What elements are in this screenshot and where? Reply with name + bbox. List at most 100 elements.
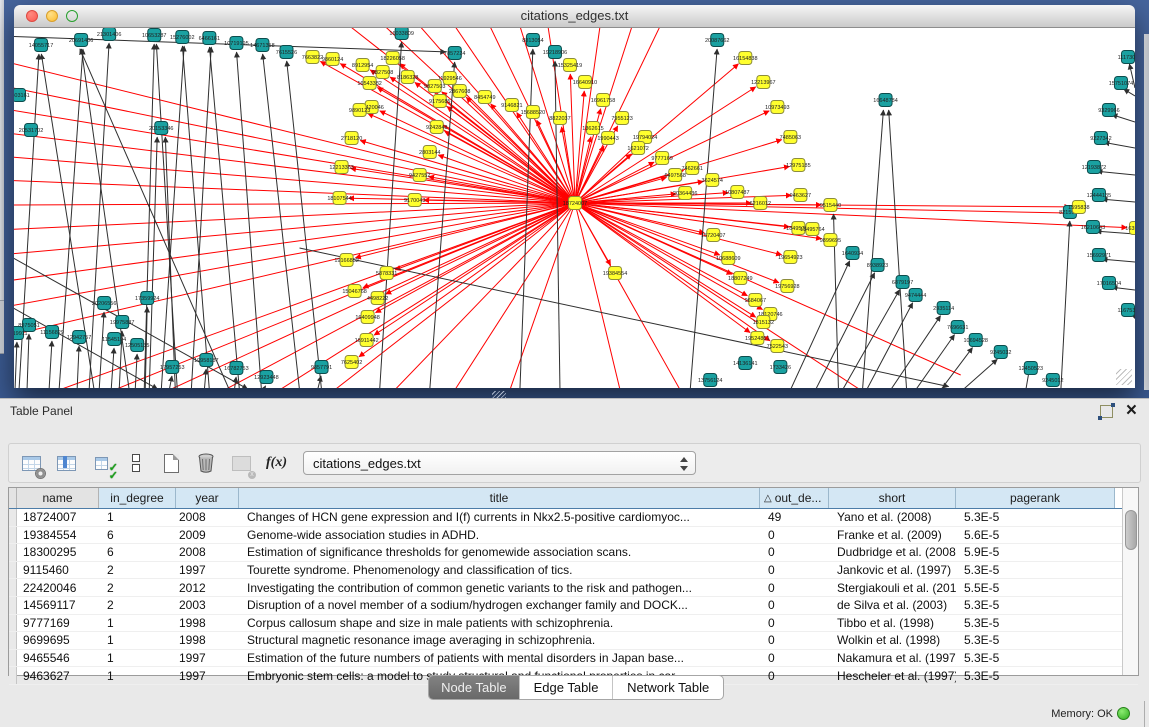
column-header-pagerank[interactable]: pagerank xyxy=(956,488,1115,508)
black-edge[interactable] xyxy=(14,250,248,388)
network-canvas[interactable]: 1405571720691406213014061065328715276002… xyxy=(14,28,1135,388)
table-cell[interactable]: 9463627 xyxy=(17,669,99,683)
table-cell[interactable]: Estimation of the future numbers of pati… xyxy=(239,651,760,665)
table-cell[interactable]: 1 xyxy=(99,633,176,647)
table-cell[interactable]: 2 xyxy=(99,581,176,595)
window-resize-grip[interactable] xyxy=(1116,369,1132,385)
table-cell[interactable]: Investigating the contribution of common… xyxy=(239,581,760,595)
red-edge[interactable] xyxy=(14,203,575,308)
black-edge[interactable] xyxy=(1061,221,1070,388)
black-edge[interactable] xyxy=(49,341,52,388)
row-height-icon[interactable] xyxy=(123,450,149,476)
black-edge[interactable] xyxy=(191,47,211,388)
network-graph[interactable]: 1405571720691406213014061065328715276002… xyxy=(14,28,1135,388)
black-edge[interactable] xyxy=(300,248,949,387)
table-cell[interactable]: 18300295 xyxy=(17,545,99,559)
table-cell[interactable]: 5.9E-5 xyxy=(956,545,1115,559)
table-cell[interactable]: 2009 xyxy=(176,528,239,542)
red-edge[interactable] xyxy=(14,203,575,338)
table-cell[interactable]: 9465546 xyxy=(17,651,99,665)
black-edge[interactable] xyxy=(169,376,172,388)
table-cell[interactable]: Dudbridge et al. (2008) xyxy=(829,545,956,559)
delete-icon[interactable] xyxy=(193,450,219,476)
table-cell[interactable]: 22420046 xyxy=(17,581,99,595)
table-cell[interactable]: Disruption of a novel member of a sodium… xyxy=(239,598,760,612)
red-edge[interactable] xyxy=(350,168,575,203)
black-edge[interactable] xyxy=(863,110,884,388)
table-cell[interactable]: 1 xyxy=(99,510,176,524)
table-row[interactable]: 946554611997Estimation of the future num… xyxy=(9,650,1138,668)
table-row[interactable]: 1830029562008Estimation of significance … xyxy=(9,544,1138,562)
table-cell[interactable]: 49 xyxy=(760,510,829,524)
black-edge[interactable] xyxy=(555,61,560,388)
table-cell[interactable]: Corpus callosum shape and size in male p… xyxy=(239,616,760,630)
table-cell[interactable]: 5.3E-5 xyxy=(956,669,1115,683)
table-cell[interactable]: Structural magnetic resonance image aver… xyxy=(239,633,760,647)
red-edge[interactable] xyxy=(368,114,575,203)
black-edge[interactable] xyxy=(263,54,300,388)
scrollbar-thumb[interactable] xyxy=(1125,510,1137,550)
table-cell[interactable]: 6 xyxy=(99,545,176,559)
black-edge[interactable] xyxy=(111,348,114,388)
table-row[interactable]: 1872400712008Changes of HCN gene express… xyxy=(9,509,1138,527)
table-row[interactable]: 2242004622012Investigating the contribut… xyxy=(9,579,1138,597)
table-cell[interactable]: Stergiakouli et al. (2012) xyxy=(829,581,956,595)
black-edge[interactable] xyxy=(1097,171,1135,175)
table-row[interactable]: 977716911998Corpus callosum shape and si… xyxy=(9,615,1138,633)
table-cell[interactable]: 5.5E-5 xyxy=(956,581,1115,595)
black-edge[interactable] xyxy=(287,61,322,388)
red-edge[interactable] xyxy=(359,203,575,357)
table-cell[interactable]: 1997 xyxy=(176,651,239,665)
black-edge[interactable] xyxy=(263,386,265,388)
table-cell[interactable]: 9115460 xyxy=(17,563,99,577)
table-cell[interactable]: 1997 xyxy=(176,669,239,683)
table-cell[interactable]: 2 xyxy=(99,563,176,577)
table-cell[interactable]: Jankovic et al. (1997) xyxy=(829,563,956,577)
black-edge[interactable] xyxy=(1104,142,1135,148)
table-cell[interactable]: 1 xyxy=(99,616,176,630)
table-cell[interactable]: 2003 xyxy=(176,598,239,612)
black-edge[interactable] xyxy=(15,342,17,388)
table-cell[interactable]: 2 xyxy=(99,598,176,612)
red-edge[interactable] xyxy=(14,203,575,282)
table-cell[interactable]: 5.3E-5 xyxy=(956,598,1115,612)
table-cell[interactable]: 1998 xyxy=(176,616,239,630)
table-cell[interactable]: Franke et al. (2009) xyxy=(829,528,956,542)
table-cell[interactable]: Yano et al. (2008) xyxy=(829,510,956,524)
table-cell[interactable]: 18724007 xyxy=(17,510,99,524)
black-edge[interactable] xyxy=(963,359,998,388)
black-edge[interactable] xyxy=(135,354,137,388)
table-cell[interactable]: 2008 xyxy=(176,545,239,559)
black-edge[interactable] xyxy=(77,346,79,388)
graph-window-titlebar[interactable]: citations_edges.txt xyxy=(14,5,1135,28)
table-row[interactable]: 969969511998Structural magnetic resonanc… xyxy=(9,632,1138,650)
table-cell[interactable]: 6 xyxy=(99,528,176,542)
tab-edge-table[interactable]: Edge Table xyxy=(520,676,614,699)
close-panel-icon[interactable]: × xyxy=(1126,400,1137,422)
black-edge[interactable] xyxy=(1102,259,1135,262)
black-edge[interactable] xyxy=(842,290,899,388)
red-edge[interactable] xyxy=(374,203,575,335)
column-header-title[interactable]: title xyxy=(239,488,760,508)
tab-node-table[interactable]: Node Table xyxy=(429,676,520,699)
black-edge[interactable] xyxy=(27,334,29,388)
panel-splitter-grip[interactable] xyxy=(492,391,506,398)
black-edge[interactable] xyxy=(1124,89,1135,96)
table-cell[interactable]: 5.3E-5 xyxy=(956,510,1115,524)
table-cell[interactable]: 1 xyxy=(99,669,176,683)
table-cell[interactable]: Tibbo et al. (1998) xyxy=(829,616,956,630)
table-cell[interactable]: Tourette syndrome. Phenomenology and cla… xyxy=(239,563,760,577)
table-cell[interactable]: Hescheler et al. (1997) xyxy=(829,669,956,683)
red-edge[interactable] xyxy=(14,203,575,205)
table-cell[interactable]: Estimation of significance thresholds fo… xyxy=(239,545,760,559)
column-header-name[interactable]: name xyxy=(17,488,99,508)
table-cell[interactable]: Nakamura et al. (1997) xyxy=(829,651,956,665)
column-header-in_degree[interactable]: in_degree xyxy=(99,488,176,508)
table-cell[interactable]: 0 xyxy=(760,598,829,612)
table-cell[interactable]: Changes of HCN gene expression and I(f) … xyxy=(239,510,760,524)
table-cell[interactable]: 5.3E-5 xyxy=(956,633,1115,647)
tab-network-table[interactable]: Network Table xyxy=(613,676,723,699)
table-cell[interactable]: 0 xyxy=(760,651,829,665)
left-splitter-grip[interactable] xyxy=(0,300,4,354)
red-edge[interactable] xyxy=(570,74,575,203)
